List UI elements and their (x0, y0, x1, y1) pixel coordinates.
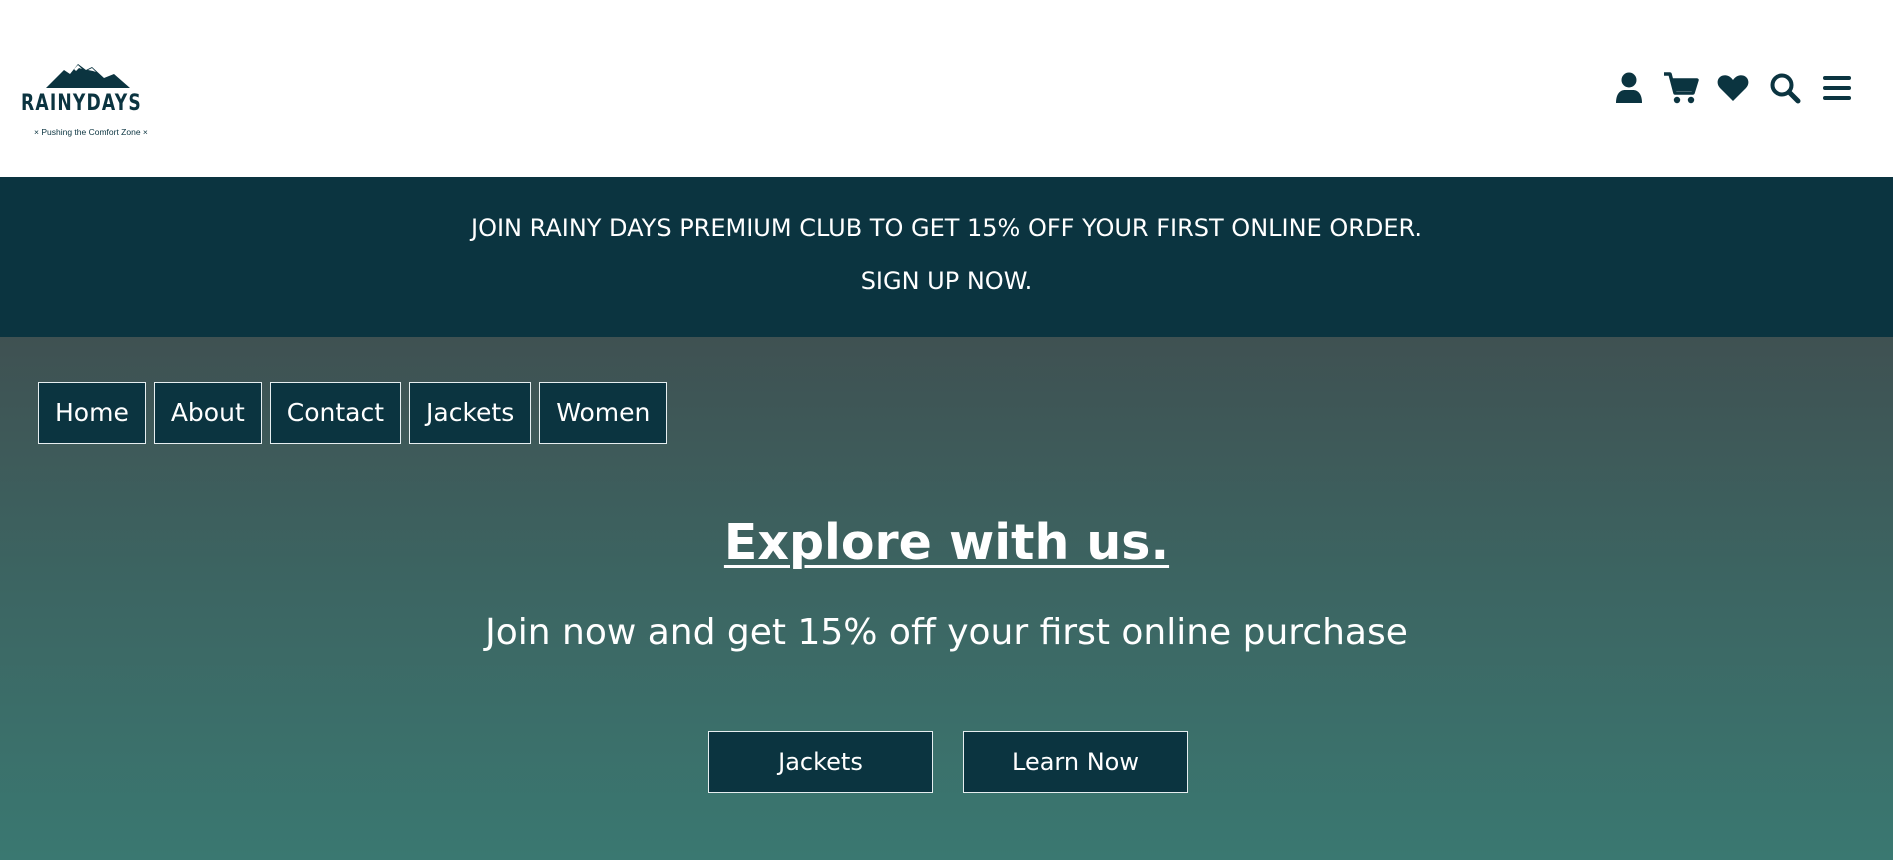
logo[interactable]: RAINYDAYS × Pushing the Comfort Zone × (18, 60, 163, 140)
promo-banner: JOIN RAINY DAYS PREMIUM CLUB TO GET 15% … (0, 177, 1893, 337)
nav-item-contact[interactable]: Contact (269, 382, 402, 444)
nav-item-about[interactable]: About (153, 382, 262, 444)
promo-text: JOIN RAINY DAYS PREMIUM CLUB TO GET 15% … (470, 214, 1423, 242)
heart-icon[interactable] (1707, 68, 1759, 108)
menu-icon[interactable] (1811, 68, 1863, 108)
hero-title: Explore with us. (723, 514, 1170, 571)
cta-row: Jackets Learn Now (708, 731, 1188, 793)
hero-subtitle: Join now and get 15% off your first onli… (485, 612, 1408, 653)
nav-item-jackets[interactable]: Jackets (409, 382, 532, 444)
nav-item-women[interactable]: Women (539, 382, 668, 444)
jackets-button[interactable]: Jackets (708, 731, 933, 793)
signup-link[interactable]: SIGN UP NOW. (0, 267, 1893, 295)
logo-tagline: × Pushing the Comfort Zone × (34, 127, 148, 137)
cart-icon[interactable] (1655, 68, 1707, 108)
nav-item-home[interactable]: Home (38, 382, 146, 444)
logo-wordmark: RAINYDAYS (21, 91, 142, 116)
learn-now-button[interactable]: Learn Now (963, 731, 1188, 793)
site-header: RAINYDAYS × Pushing the Comfort Zone × (0, 0, 1893, 177)
main-nav: Home About Contact Jackets Women (38, 382, 668, 444)
mountain-logo-icon (46, 64, 130, 88)
user-icon[interactable] (1603, 68, 1655, 108)
header-icons (1603, 68, 1863, 108)
hero-section: Home About Contact Jackets Women Explore… (0, 337, 1893, 860)
search-icon[interactable] (1759, 68, 1811, 108)
